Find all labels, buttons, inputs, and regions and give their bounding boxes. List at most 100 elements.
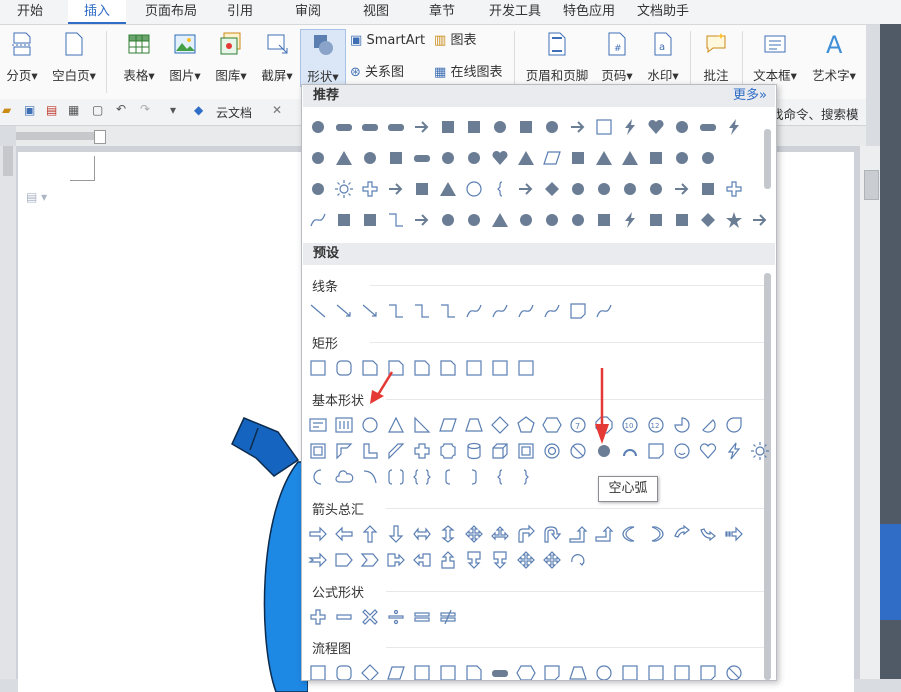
tri-shape-icon[interactable] (620, 148, 642, 170)
online-chart-button[interactable]: ▦ 在线图表 (434, 63, 502, 83)
comment-button[interactable]: 批注 (696, 29, 736, 89)
trap-shape-icon[interactable] (568, 663, 590, 681)
pentArrow-shape-icon[interactable] (334, 550, 356, 572)
aQuad-shape-icon[interactable] (542, 550, 564, 572)
eq-shape-icon[interactable] (412, 607, 434, 629)
chart-button[interactable]: ▥ 图表 (434, 31, 476, 51)
pill-shape-icon[interactable] (334, 117, 356, 139)
circle-shape-icon[interactable] (594, 663, 616, 681)
calloutR-shape-icon[interactable] (386, 550, 408, 572)
fold-shape-icon[interactable] (568, 301, 590, 323)
oline-shape-icon[interactable] (646, 663, 668, 681)
trap-shape-icon[interactable] (464, 415, 486, 437)
obolt-shape-icon[interactable] (724, 441, 746, 463)
line-shape-icon[interactable] (308, 301, 330, 323)
bevel-shape-icon[interactable] (516, 441, 538, 463)
snip-shape-icon[interactable] (464, 663, 486, 681)
minus-shape-icon[interactable] (334, 607, 356, 629)
oline-shape-icon[interactable] (672, 663, 694, 681)
sun-shape-icon[interactable] (750, 441, 772, 463)
aBendUp-shape-icon[interactable] (594, 524, 616, 546)
circArrow-shape-icon[interactable] (568, 550, 590, 572)
pill-shape-icon[interactable] (698, 117, 720, 139)
dot-shape-icon[interactable] (594, 179, 616, 201)
aTri-shape-icon[interactable] (490, 524, 512, 546)
dot-shape-icon[interactable] (490, 117, 512, 139)
scrollbar-thumb[interactable] (864, 170, 879, 200)
calloutL-shape-icon[interactable] (412, 550, 434, 572)
aCurvD-shape-icon[interactable] (698, 524, 720, 546)
lshape-shape-icon[interactable] (360, 441, 382, 463)
header-footer-button[interactable]: 页眉和页脚 (522, 29, 592, 89)
para-shape-icon[interactable] (542, 148, 564, 170)
snip-shape-icon[interactable] (412, 358, 434, 380)
otri-shape-icon[interactable] (386, 415, 408, 437)
chord-shape-icon[interactable] (698, 415, 720, 437)
sq-shape-icon[interactable] (672, 210, 694, 232)
dot-shape-icon[interactable] (620, 179, 642, 201)
page-number-button[interactable]: # 页码▾ (596, 29, 638, 89)
dot-shape-icon[interactable] (438, 210, 460, 232)
print-icon[interactable]: ▦ (68, 103, 79, 117)
elbow-shape-icon[interactable] (386, 301, 408, 323)
indent-marker[interactable] (94, 130, 106, 144)
calloutD-shape-icon[interactable] (464, 550, 486, 572)
close-tab-icon[interactable]: ✕ (272, 103, 282, 117)
plus-shape-icon[interactable] (724, 179, 746, 201)
dot-shape-icon[interactable] (438, 148, 460, 170)
can-shape-icon[interactable] (464, 441, 486, 463)
oline-shape-icon[interactable] (308, 358, 330, 380)
dot-shape-icon[interactable] (568, 179, 590, 201)
redo-icon[interactable]: ↷ (140, 102, 150, 116)
dot-shape-icon[interactable] (542, 117, 564, 139)
dot-shape-icon[interactable] (308, 148, 330, 170)
tab-developer[interactable]: 开发工具 (484, 0, 546, 24)
tab-review[interactable]: 审阅 (286, 0, 330, 24)
times-shape-icon[interactable] (360, 607, 382, 629)
blank-page-button[interactable]: 空白页▾ (48, 29, 100, 89)
arrow-shape-icon[interactable] (672, 179, 694, 201)
rbrc-shape-icon[interactable] (516, 467, 538, 489)
tab-home[interactable]: 开始 (6, 0, 54, 24)
rrect-shape-icon[interactable] (334, 358, 356, 380)
bolt-shape-icon[interactable] (724, 117, 746, 139)
dot-shape-icon[interactable] (360, 148, 382, 170)
sq-shape-icon[interactable] (698, 179, 720, 201)
shapes-button[interactable]: 形状▾ (300, 29, 346, 87)
heart-shape-icon[interactable] (490, 148, 512, 170)
para-shape-icon[interactable] (438, 415, 460, 437)
smile-shape-icon[interactable] (672, 441, 694, 463)
sq-shape-icon[interactable] (646, 148, 668, 170)
aUturn-shape-icon[interactable] (542, 524, 564, 546)
aCurvR-shape-icon[interactable] (646, 524, 668, 546)
lbrc-shape-icon[interactable] (490, 179, 512, 201)
plus-shape-icon[interactable] (308, 607, 330, 629)
oline-shape-icon[interactable] (516, 358, 538, 380)
para-shape-icon[interactable] (386, 663, 408, 681)
aQuad-shape-icon[interactable] (464, 524, 486, 546)
diamond-shape-icon[interactable] (542, 179, 564, 201)
tab-insert[interactable]: 插入 (68, 0, 126, 24)
tab-special[interactable]: 特色应用 (558, 0, 620, 24)
lbrc-shape-icon[interactable] (490, 467, 512, 489)
more-link[interactable]: 更多» (733, 85, 767, 107)
oline-shape-icon[interactable] (490, 358, 512, 380)
tab-references[interactable]: 引用 (218, 0, 262, 24)
dot-shape-icon[interactable] (516, 210, 538, 232)
cross-shape-icon[interactable] (412, 441, 434, 463)
oline-shape-icon[interactable] (620, 663, 642, 681)
nosym-shape-icon[interactable] (724, 663, 746, 681)
oline-shape-icon[interactable] (594, 117, 616, 139)
page-break-button[interactable]: 分页▾ (2, 29, 42, 89)
curve-shape-icon[interactable] (542, 301, 564, 323)
customize-dropdown-icon[interactable]: ▾ (170, 103, 176, 117)
dot-shape-icon[interactable] (698, 148, 720, 170)
tri-shape-icon[interactable] (594, 148, 616, 170)
arrow-shape-icon[interactable] (386, 179, 408, 201)
curve-shape-icon[interactable] (464, 301, 486, 323)
moon-shape-icon[interactable] (308, 467, 330, 489)
braces-shape-icon[interactable] (412, 467, 434, 489)
aLup-shape-icon[interactable] (568, 524, 590, 546)
aL-shape-icon[interactable] (334, 524, 356, 546)
sq-shape-icon[interactable] (334, 210, 356, 232)
